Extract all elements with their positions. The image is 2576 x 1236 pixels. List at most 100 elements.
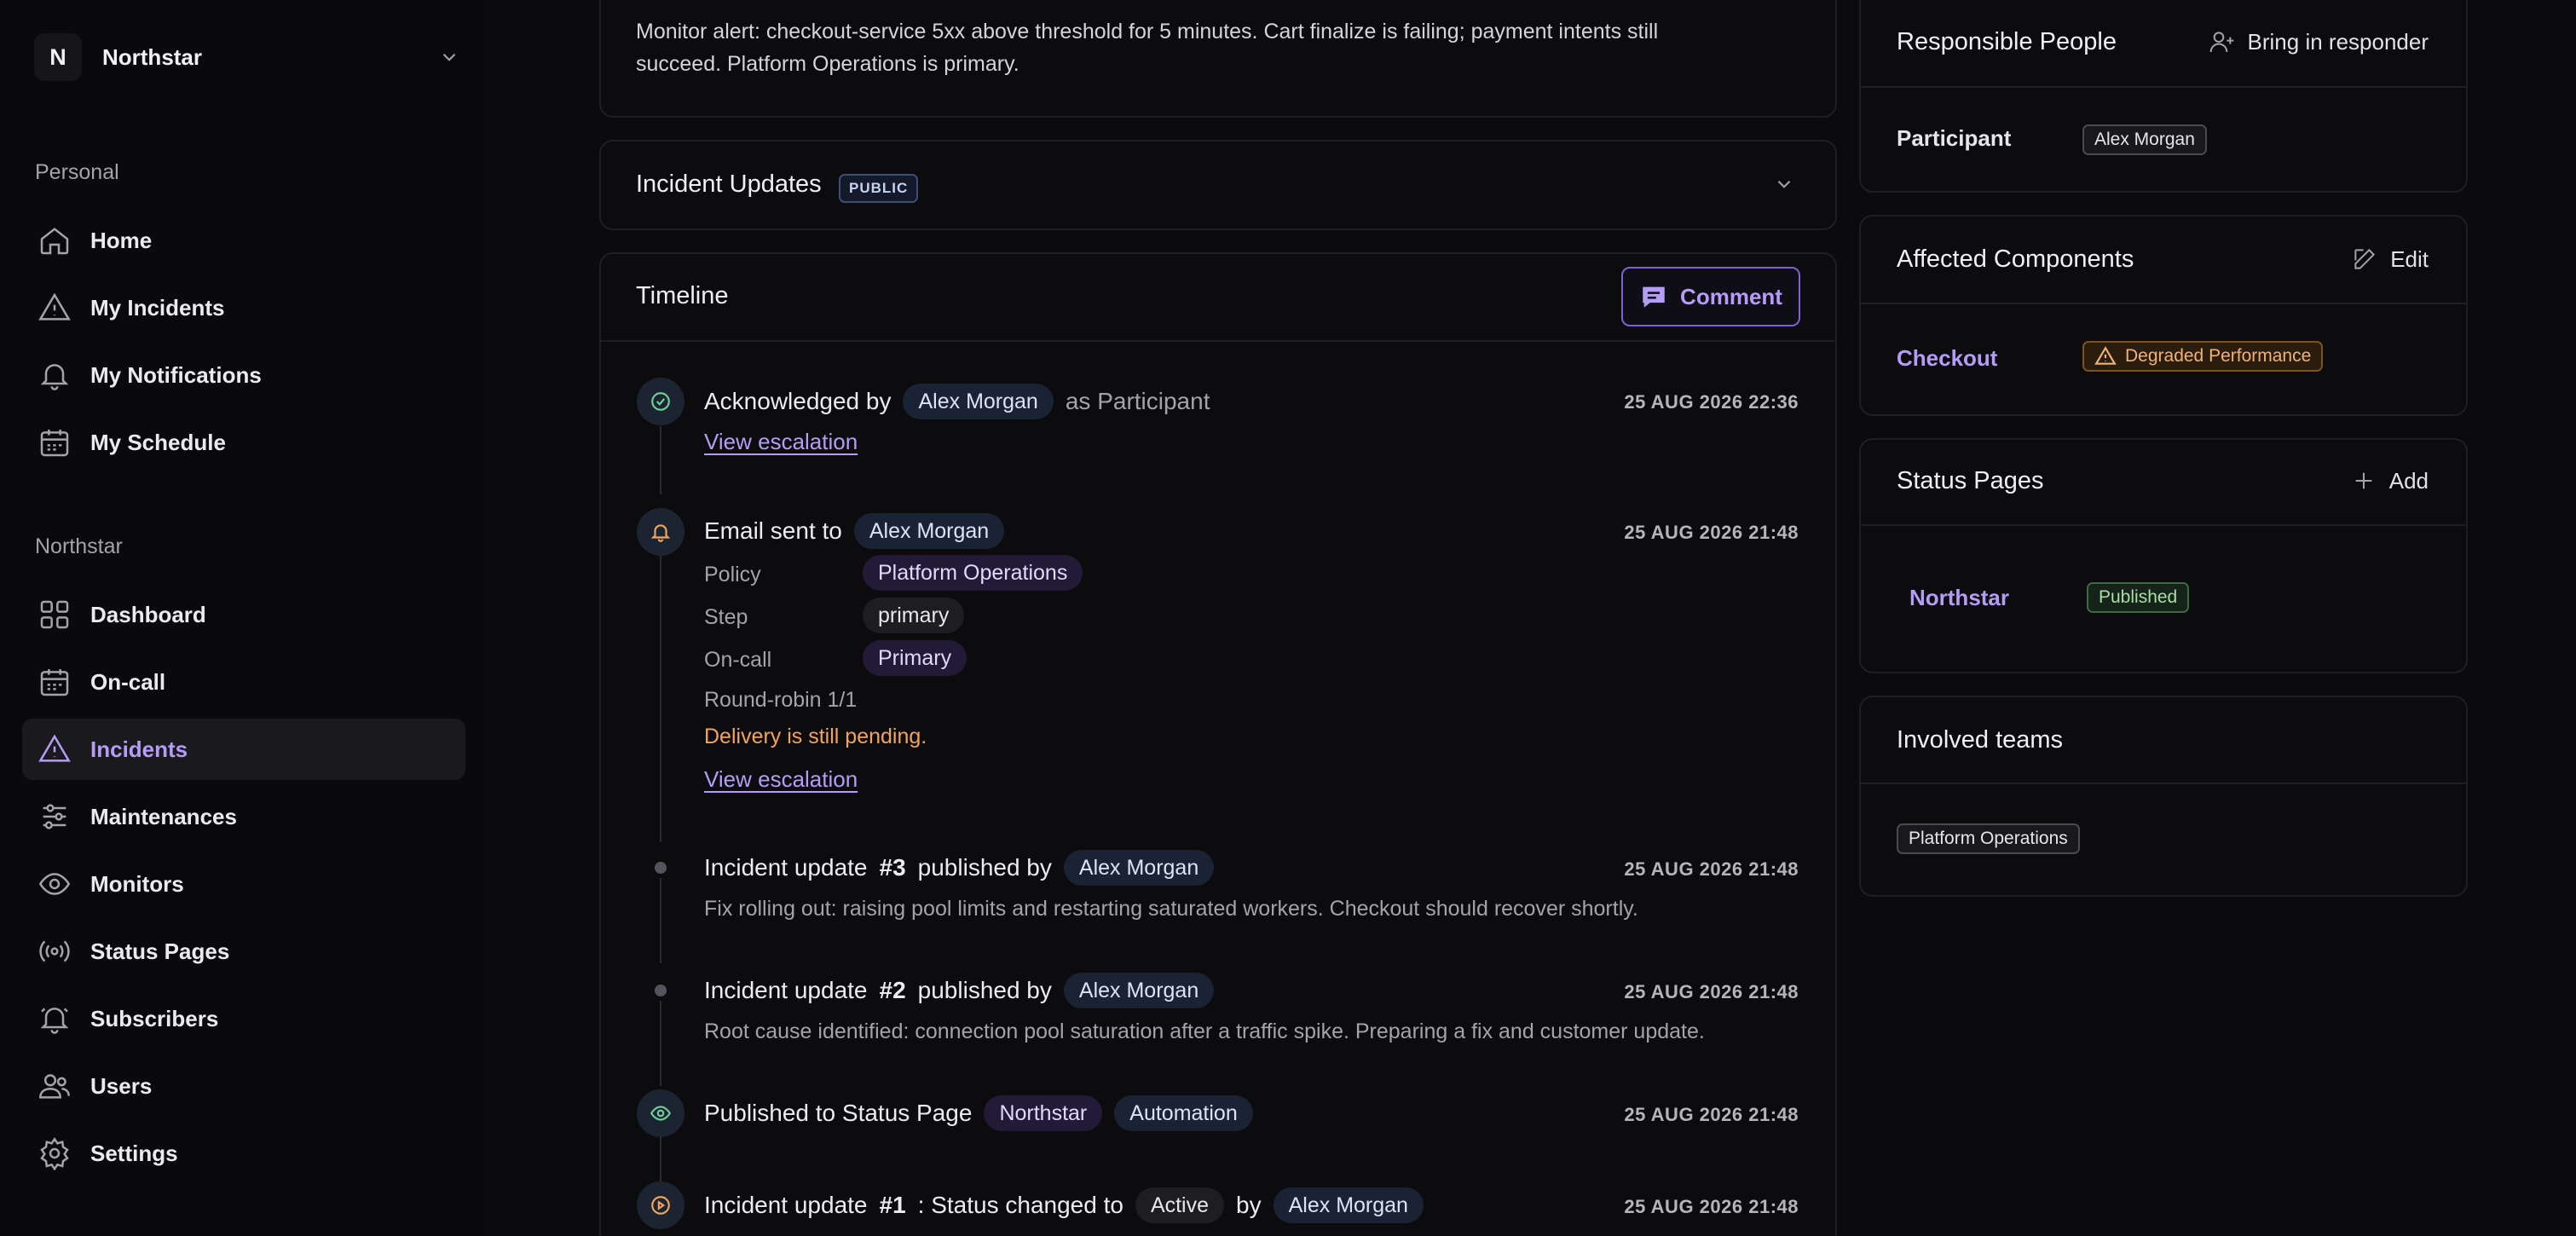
- incident-description: Monitor alert: checkout-service 5xx abov…: [636, 20, 1659, 76]
- status-page-chip[interactable]: Northstar: [984, 1095, 1103, 1131]
- step-label: Step: [704, 605, 748, 629]
- oncall-label: On-call: [704, 648, 772, 672]
- edit-components-button[interactable]: Edit: [2351, 245, 2429, 273]
- update-text: Fix rolling out: raising pool limits and…: [704, 897, 1638, 921]
- ack-suffix: as Participant: [1065, 388, 1210, 414]
- timeline-title: Timeline: [636, 282, 729, 309]
- sidebar-item-home[interactable]: Home: [22, 210, 465, 271]
- sidebar-item-label: Incidents: [90, 736, 188, 762]
- edit-icon: [2354, 248, 2376, 269]
- org-avatar: N: [34, 33, 82, 81]
- comment-button[interactable]: Comment: [1621, 267, 1800, 326]
- add-label: Add: [2388, 467, 2429, 494]
- divider: [1861, 303, 2466, 304]
- bell-ring-icon: [40, 1008, 69, 1034]
- timeline-email-marker: [637, 508, 684, 556]
- view-escalation-link[interactable]: View escalation: [704, 766, 858, 793]
- person-chip[interactable]: Alex Morgan: [1273, 1187, 1424, 1223]
- user-plus-icon: [2209, 32, 2233, 53]
- check-circle-icon: [651, 392, 670, 411]
- divider: [1861, 86, 2466, 88]
- published-prefix: Published to Status Page: [704, 1100, 973, 1126]
- step-chip: primary: [863, 598, 965, 633]
- sidebar-item-label: Subscribers: [90, 1005, 219, 1031]
- timeline-published-row: Published to Status Page Northstar Autom…: [704, 1094, 1265, 1133]
- play-circle-icon: [651, 1196, 670, 1215]
- participant-label: Participant: [1897, 125, 2012, 151]
- chevron-down-icon[interactable]: [1773, 173, 1795, 195]
- sidebar-item-label: Dashboard: [90, 601, 206, 627]
- status-chip: Active: [1135, 1187, 1225, 1223]
- gear-icon: [40, 1137, 69, 1170]
- sidebar-item-label: Settings: [90, 1140, 178, 1166]
- sliders-icon: [43, 804, 66, 829]
- update-by: by: [1236, 1192, 1262, 1218]
- sidebar-item-label: My Schedule: [90, 429, 226, 455]
- person-chip[interactable]: Alex Morgan: [1063, 973, 1215, 1008]
- sidebar-item-settings[interactable]: Settings: [22, 1123, 465, 1184]
- alert-icon: [38, 292, 71, 321]
- bring-in-responder-label: Bring in responder: [2247, 28, 2429, 55]
- sidebar-item-my-notifications[interactable]: My Notifications: [22, 344, 465, 406]
- view-escalation-link[interactable]: View escalation: [704, 429, 858, 455]
- bring-in-responder-button[interactable]: Bring in responder: [2209, 28, 2429, 55]
- policy-value: Platform Operations: [863, 555, 1083, 591]
- timeline-connector: [660, 426, 661, 494]
- status-pages-title: Status Pages: [1897, 467, 2044, 494]
- bell-icon: [650, 524, 671, 542]
- bell-icon: [40, 364, 69, 390]
- sidebar-item-incidents[interactable]: Incidents: [22, 719, 465, 780]
- sidebar-item-my-incidents[interactable]: My Incidents: [22, 277, 465, 338]
- divider: [601, 340, 1835, 342]
- sidebar-item-label: Users: [90, 1072, 153, 1099]
- sidebar-item-status-pages[interactable]: Status Pages: [22, 921, 465, 982]
- add-status-page-button[interactable]: Add: [2350, 467, 2429, 494]
- sidebar-item-maintenances[interactable]: Maintenances: [22, 786, 465, 847]
- warning-icon: [2094, 346, 2117, 365]
- timeline-connector: [660, 878, 661, 963]
- timeline-update1-marker: [637, 1181, 684, 1229]
- update-number: #1: [879, 1192, 906, 1218]
- timestamp: 25 AUG 2026 21:48: [1624, 981, 1799, 1002]
- timeline-dot: [655, 862, 667, 874]
- step-value: primary: [863, 598, 965, 633]
- incident-updates-title: Incident Updates: [636, 170, 822, 198]
- sidebar-item-subscribers[interactable]: Subscribers: [22, 988, 465, 1049]
- sidebar-item-my-schedule[interactable]: My Schedule: [22, 412, 465, 473]
- timestamp: 25 AUG 2026 21:48: [1624, 1196, 1799, 1217]
- person-chip[interactable]: Alex Morgan: [1063, 850, 1215, 886]
- plus-icon: [2355, 472, 2372, 489]
- public-badge: PUBLIC: [839, 174, 919, 203]
- timeline-email-row: Email sent to Alex Morgan: [704, 511, 1016, 551]
- home-icon: [40, 228, 69, 255]
- org-name: Northstar: [102, 43, 203, 70]
- sidebar-item-label: Maintenances: [90, 803, 237, 829]
- person-chip[interactable]: Alex Morgan: [853, 513, 1005, 549]
- timeline-published-marker: [637, 1089, 684, 1137]
- sidebar-item-users[interactable]: Users: [22, 1055, 465, 1117]
- update-prefix: Incident update: [704, 1192, 868, 1218]
- team-tag[interactable]: Platform Operations: [1897, 823, 2080, 854]
- sidebar-item-label: Home: [90, 227, 153, 253]
- sidebar-item-dashboard[interactable]: Dashboard: [22, 584, 465, 645]
- sidebar-item-monitors[interactable]: Monitors: [22, 853, 465, 915]
- component-name[interactable]: Checkout: [1897, 345, 1997, 372]
- sidebar: N Northstar Personal Home My Incidents M…: [0, 0, 489, 1236]
- divider: [1861, 783, 2466, 784]
- person-chip[interactable]: Alex Morgan: [903, 384, 1054, 419]
- timeline-update1-row: Incident update #1 : Status changed to A…: [704, 1186, 1435, 1225]
- section-label-org: Northstar: [35, 534, 123, 558]
- divider: [1861, 524, 2466, 526]
- degraded-status-label: Degraded Performance: [2125, 346, 2312, 366]
- timestamp: 25 AUG 2026 22:36: [1624, 391, 1799, 413]
- org-switcher[interactable]: N Northstar: [34, 32, 460, 82]
- sidebar-item-on-call[interactable]: On-call: [22, 651, 465, 713]
- sidebar-item-label: My Notifications: [90, 361, 262, 388]
- email-prefix: Email sent to: [704, 517, 842, 544]
- policy-chip[interactable]: Platform Operations: [863, 555, 1083, 591]
- delivery-pending-text: Delivery is still pending.: [704, 725, 927, 748]
- update-number: #2: [879, 977, 906, 1003]
- participant-tag[interactable]: Alex Morgan: [2082, 124, 2207, 155]
- status-page-name[interactable]: Northstar: [1909, 585, 2009, 611]
- oncall-chip[interactable]: Primary: [863, 640, 967, 676]
